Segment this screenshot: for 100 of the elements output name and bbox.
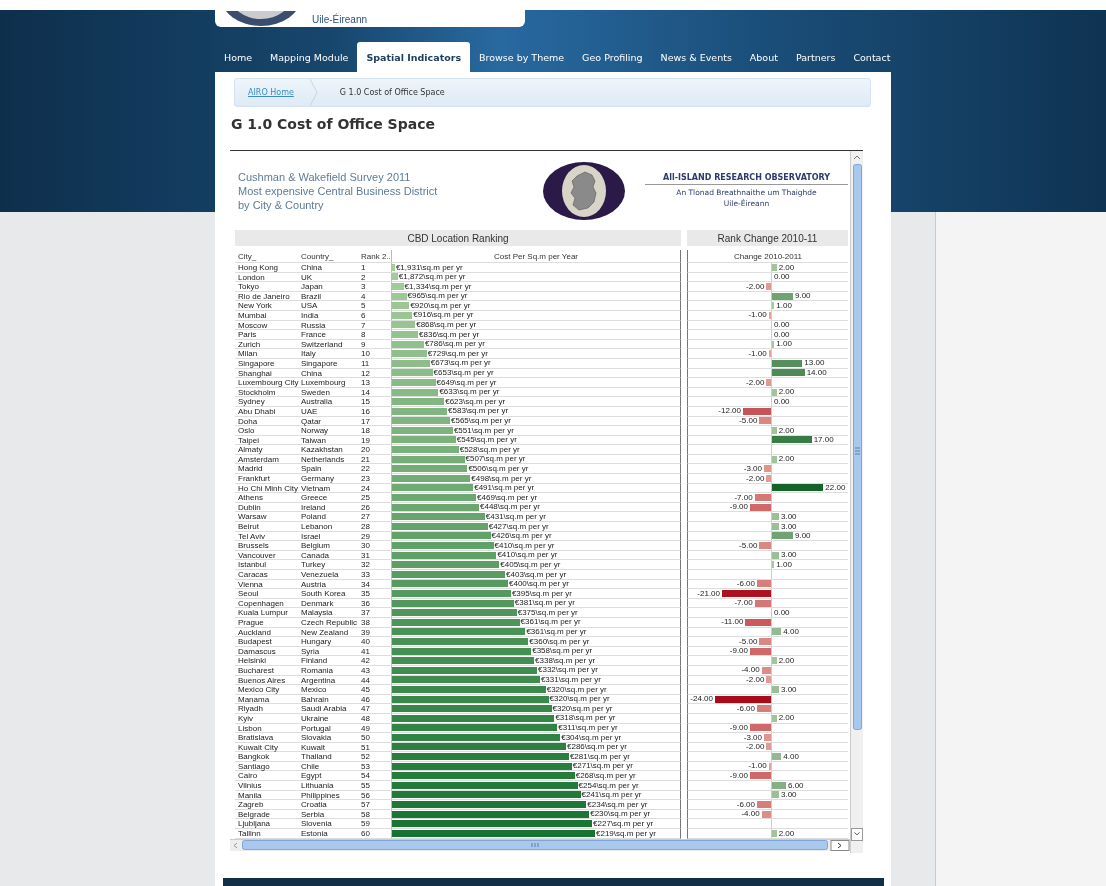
city-cell-text: Seoul: [237, 589, 260, 598]
cost-label: €506\sq.m per yr: [468, 463, 529, 474]
city-cell-text: Almaty: [237, 445, 264, 454]
country-cell-text: Germany: [301, 474, 335, 483]
logo-text: Uile-Éireann: [312, 14, 368, 27]
city-cell-text: Buenos Aires: [237, 675, 287, 685]
rank-cell-text: 32: [361, 560, 371, 569]
nav-tab[interactable]: News & Events: [651, 42, 741, 72]
city-cell-text: Frankfurt: [237, 474, 271, 483]
city-cell-text: Mexico City: [237, 685, 281, 694]
vertical-scrollbar-thumb[interactable]: [851, 164, 863, 730]
cost-label: €318\sq.m per yr: [555, 713, 616, 723]
nav-tab[interactable]: Browse by Theme: [470, 42, 574, 72]
city-cell-text: Doha: [237, 416, 259, 426]
cost-label: €410\sq.m per yr: [497, 550, 558, 560]
logo-text: All-ISLAND RESEARCH OBSERVATORY: [645, 173, 848, 185]
country-cell-text: Slovakia: [301, 733, 333, 742]
country-cell-text: South Korea: [301, 589, 347, 598]
nav-tab[interactable]: Contact: [844, 42, 900, 72]
change-label: 3.00: [781, 684, 797, 695]
city-cell-text: Zurich: [237, 339, 262, 349]
change-label: 0.00: [774, 272, 790, 282]
cost-label: €230\sq.m per yr: [590, 809, 651, 819]
cost-label: €338\sq.m per yr: [535, 655, 596, 666]
change-label: -7.00: [734, 598, 753, 608]
change-label: -2.00: [746, 675, 765, 685]
rank-cell-text: 38: [361, 617, 371, 627]
rank-cell-text: 39: [361, 627, 371, 637]
rank-cell-text: 15: [361, 397, 371, 406]
city-cell-text: Mumbai: [237, 310, 268, 320]
rank-cell-text: 40: [361, 637, 371, 646]
nav-tab[interactable]: Mapping Module: [261, 42, 358, 72]
city-cell-text: Abu Dhabi: [237, 406, 277, 416]
country-cell-text: Ireland: [301, 502, 327, 512]
change-label: 1.00: [776, 300, 792, 311]
change-label: -9.00: [729, 646, 748, 656]
rank-cell-text: 46: [361, 694, 371, 704]
change-label: 22.00: [825, 483, 846, 493]
city-cell-text: Kyiv: [237, 713, 255, 723]
scroll-right-icon[interactable]: [830, 839, 850, 851]
change-label: 0.00: [774, 607, 790, 618]
nav-tab[interactable]: Spatial Indicators: [357, 42, 471, 72]
breadcrumb-current: G 1.0 Cost of Office Space: [339, 88, 445, 97]
cost-label: €405\sq.m per yr: [500, 559, 561, 570]
country-cell-text: Sweden: [301, 387, 331, 397]
column-header: Country_: [301, 251, 335, 262]
city-cell-text: Ljubljana: [237, 819, 272, 829]
rank-cell-text: 31: [361, 550, 371, 560]
nav-tab[interactable]: Geo Profiling: [573, 42, 652, 72]
city-cell-text: Zagreb: [237, 800, 265, 809]
change-label: 2.00: [778, 387, 795, 397]
rank-cell-text: 19: [361, 435, 371, 445]
cost-label: €431\sq.m per yr: [485, 511, 546, 522]
horizontal-scrollbar-thumb[interactable]: [242, 839, 828, 850]
cost-label: €448\sq.m per yr: [480, 502, 541, 512]
nav-tab[interactable]: Home: [215, 42, 262, 72]
country-cell-text: Kuwait: [301, 742, 326, 752]
country-cell-text: Luxembourg: [301, 378, 347, 387]
city-cell-text: Manila: [237, 790, 263, 800]
rank-cell-text: 35: [361, 589, 371, 598]
rank-cell-text: 55: [361, 781, 371, 790]
city-cell-text: Santiago: [237, 761, 271, 771]
country-cell-text: Turkey: [301, 560, 327, 569]
city-cell-text: Moscow: [237, 320, 269, 330]
change-label: -7.00: [734, 492, 753, 503]
country-cell-text: Malaysia: [301, 608, 334, 617]
city-cell-text: Budapest: [237, 637, 273, 646]
country-cell-text: Austria: [301, 579, 327, 589]
cost-label: €375\sq.m per yr: [517, 607, 578, 618]
rank-cell-text: 50: [361, 733, 371, 742]
change-label: 3.00: [781, 790, 797, 800]
cost-label: €254\sq.m per yr: [578, 780, 639, 791]
country-cell-text: India: [301, 310, 320, 320]
rank-cell-text: 16: [361, 406, 371, 416]
country-cell-text: UAE: [301, 406, 319, 416]
country-cell-text: Norway: [301, 426, 330, 435]
cost-label: €426\sq.m per yr: [491, 531, 552, 541]
cost-label: €234\sq.m per yr: [587, 799, 648, 810]
rank-cell-text: 25: [361, 493, 371, 502]
city-cell-text: Luxembourg City: [237, 378, 300, 387]
country-cell-text: Saudi Arabia: [301, 704, 348, 713]
country-cell-text: Venezuela: [301, 570, 340, 579]
cost-label: €360\sq.m per yr: [529, 636, 590, 647]
country-cell-text: Hungary: [301, 637, 333, 646]
country-cell-text: Kazakhstan: [301, 445, 344, 454]
change-label: -2.00: [746, 742, 765, 752]
report-title: by City & Country: [238, 197, 325, 212]
country-cell-text: New Zealand: [301, 627, 350, 637]
cost-label: €836\sq.m per yr: [419, 329, 480, 340]
city-cell-text: Vancouver: [237, 550, 277, 560]
city-cell-text: Kuala Lumpur: [237, 608, 289, 617]
change-label: -1.00: [748, 310, 767, 321]
rank-cell-text: 21: [361, 454, 371, 464]
nav-tab[interactable]: Partners: [786, 42, 845, 72]
rank-cell-text: 29: [361, 531, 371, 541]
city-cell-text: Vienna: [237, 579, 264, 589]
nav-tab[interactable]: About: [740, 42, 787, 72]
country-cell-text: Serbia: [301, 809, 326, 819]
city-cell-text: Caracas: [237, 570, 269, 579]
scroll-down-icon[interactable]: [851, 828, 863, 841]
